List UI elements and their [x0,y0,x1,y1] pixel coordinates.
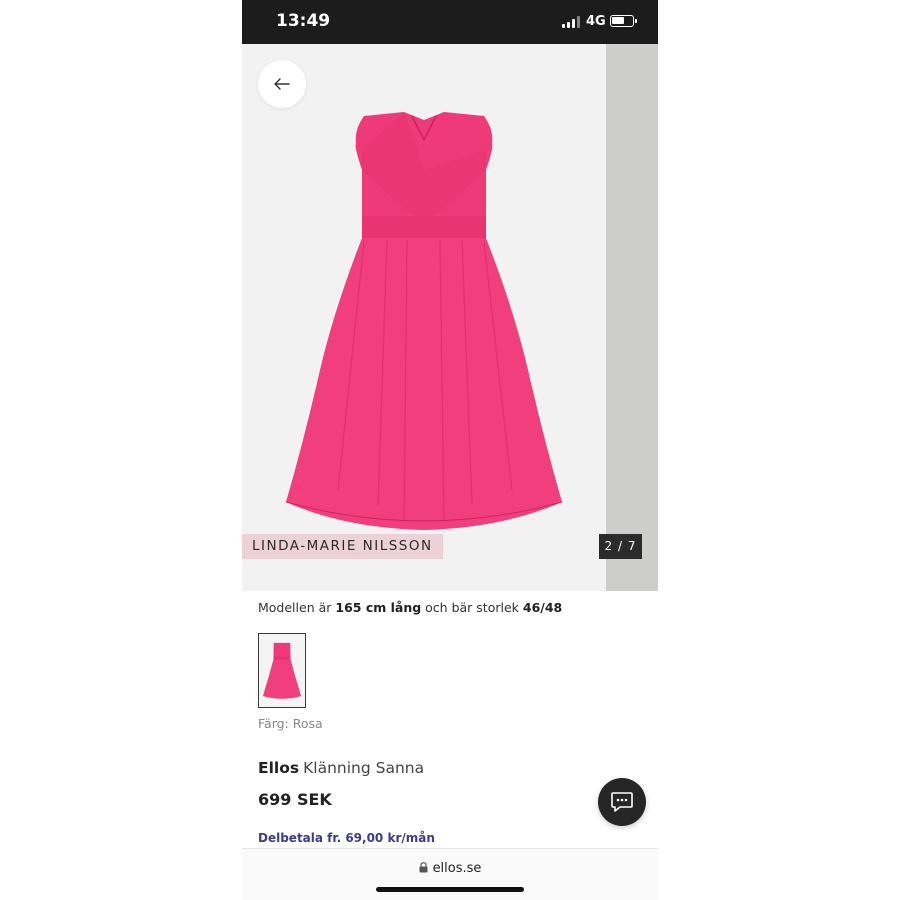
status-bar: 13:49 4G [242,0,658,44]
phone-screen: 13:49 4G LINDA-MARIE NILSSON 2 / 7 Model… [242,0,658,900]
status-time: 13:49 [276,11,331,31]
model-size: 46/48 [522,600,563,615]
model-info-middle: och bär storlek [421,600,523,615]
installment-link[interactable]: Delbetala fr. 69,00 kr/mån [258,831,435,845]
network-type: 4G [586,14,606,29]
signal-icon [562,16,580,28]
product-price: 699 SEK [258,790,332,809]
model-height: 165 cm lång [335,600,422,615]
color-label: Färg: Rosa [258,716,323,731]
product-title: Ellos Klänning Sanna [258,759,424,777]
lock-icon [419,862,428,873]
chat-bubble-icon [611,792,633,812]
battery-icon [610,15,637,27]
home-indicator [376,887,524,892]
product-gallery[interactable]: LINDA-MARIE NILSSON 2 / 7 [242,44,658,591]
browser-url-bar[interactable]: ellos.se [242,848,658,900]
image-counter: 2 / 7 [599,534,642,559]
url-display[interactable]: ellos.se [242,861,658,876]
model-info: Modellen är 165 cm lång och bär storlek … [258,600,562,615]
next-image-peek[interactable] [606,44,658,591]
thumbnail-image [262,642,302,699]
url-text: ellos.se [432,861,482,876]
arrow-left-icon [274,78,290,90]
chat-button[interactable] [598,778,646,826]
back-button[interactable] [258,60,306,108]
product-brand[interactable]: Ellos [258,759,299,777]
product-name: Klänning Sanna [303,759,425,777]
product-image [285,112,563,530]
color-swatch-rosa[interactable] [258,633,306,708]
model-info-prefix: Modellen är [258,600,336,615]
brand-tag: LINDA-MARIE NILSSON [242,534,443,559]
